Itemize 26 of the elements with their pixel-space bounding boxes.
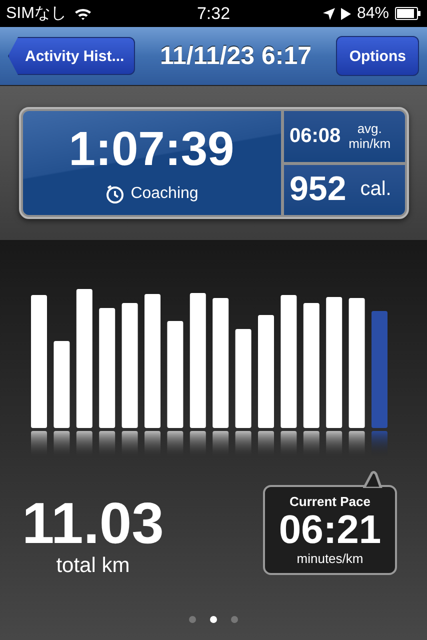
avg-label: avg. [357, 121, 382, 136]
carrier-name: SIMなし [6, 4, 66, 24]
current-pace-unit: minutes/km [296, 551, 364, 566]
current-pace-title: Current Pace [290, 494, 370, 509]
back-button[interactable]: Activity Hist... [8, 37, 136, 75]
page-dot[interactable] [231, 616, 238, 623]
avg-pace-value: 06:08 [290, 124, 341, 148]
page-dot[interactable] [189, 616, 196, 623]
distance-unit: total km [56, 554, 130, 578]
duration-value: 1:07:39 [68, 122, 234, 178]
pace-unit: min/km [348, 136, 391, 152]
calories-value: 952 [290, 170, 346, 210]
play-icon [340, 8, 351, 20]
wifi-icon [74, 6, 92, 20]
distance-value: 11.03 [22, 494, 164, 554]
stopwatch-icon [104, 184, 125, 204]
calories-unit: cal. [360, 178, 392, 202]
clock-time: 7:32 [196, 4, 230, 24]
page-dot[interactable] [210, 616, 217, 623]
coaching-label: Coaching [130, 185, 198, 203]
nav-title: 11/11/23 6:17 [160, 42, 312, 70]
location-arrow-icon [322, 8, 335, 20]
battery-percent: 84% [356, 4, 389, 22]
battery-icon [395, 7, 421, 20]
current-pace-value: 06:21 [278, 509, 382, 551]
options-button[interactable]: Options [336, 36, 419, 76]
